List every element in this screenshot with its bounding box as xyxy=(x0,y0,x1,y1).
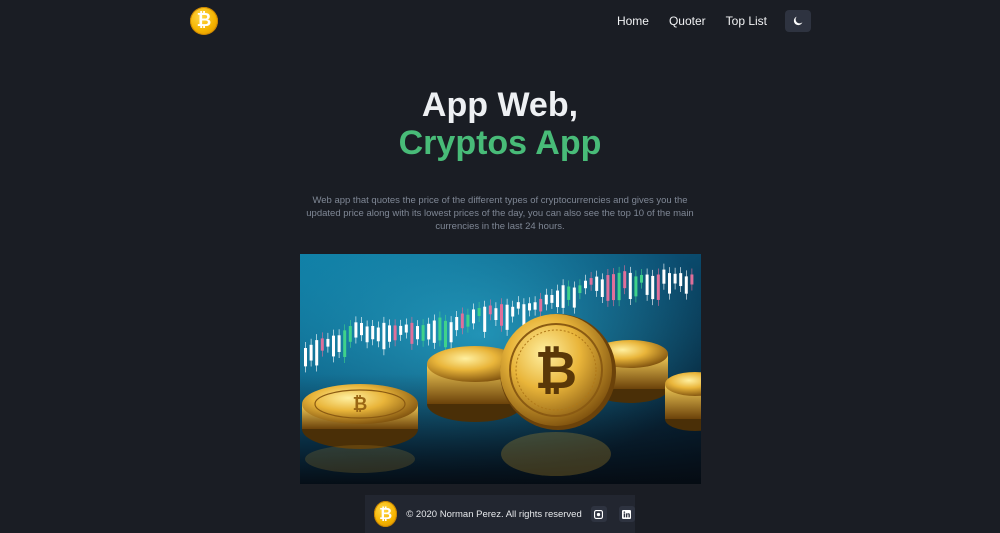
candle-body xyxy=(500,304,503,326)
candle-body xyxy=(561,285,565,308)
candle-body xyxy=(472,309,475,324)
candle-body xyxy=(382,322,386,350)
candle-body xyxy=(466,314,470,327)
candle-body xyxy=(556,290,559,308)
candle-body xyxy=(567,286,571,300)
page: ₿ Home Quoter Top List App Web, Cryptos … xyxy=(0,0,1000,533)
candle-body xyxy=(315,340,319,366)
candle-body xyxy=(690,274,694,285)
candle-body xyxy=(360,322,363,336)
github-icon xyxy=(594,509,604,519)
footer: ₿ © 2020 Norman Perez. All rights reserv… xyxy=(365,495,635,533)
hero-title-line1: App Web, xyxy=(421,86,579,124)
candle-body xyxy=(617,272,621,301)
candle-body xyxy=(550,294,554,303)
candle-body xyxy=(584,280,587,289)
candle-body xyxy=(309,344,313,361)
hero-title-line2: Cryptos App xyxy=(398,124,602,162)
candle-body xyxy=(578,285,582,294)
candle-body xyxy=(455,317,459,331)
candle-body xyxy=(416,326,419,340)
bitcoin-logo-icon[interactable]: ₿ xyxy=(190,7,218,35)
candle-body xyxy=(494,308,498,321)
footer-copyright: © 2020 Norman Perez. All rights reserved xyxy=(406,508,582,520)
candle-body xyxy=(348,326,352,342)
candle-body xyxy=(320,338,324,351)
candle-body xyxy=(483,306,487,332)
nav-link-home[interactable]: Home xyxy=(617,14,649,28)
candle-body xyxy=(444,320,447,348)
nav-link-quoter[interactable]: Quoter xyxy=(669,14,706,28)
theme-toggle-button[interactable] xyxy=(785,10,811,32)
candle-body xyxy=(612,274,615,301)
candle-body xyxy=(628,272,632,300)
candle-body xyxy=(673,273,677,284)
candle-body xyxy=(589,278,593,285)
linkedin-icon xyxy=(622,509,632,519)
candle-body xyxy=(662,269,666,284)
linkedin-link[interactable] xyxy=(618,506,635,522)
nav-link-top-list[interactable]: Top List xyxy=(726,14,767,28)
candle-body xyxy=(684,276,688,294)
candle-body xyxy=(656,274,660,300)
candle-body xyxy=(304,348,307,367)
candle-body xyxy=(388,325,391,342)
candle-body xyxy=(640,274,643,283)
candle-body xyxy=(516,302,520,309)
hero-description: Web app that quotes the price of the dif… xyxy=(306,195,694,232)
candle-body xyxy=(623,271,627,289)
candle-body xyxy=(371,325,375,340)
svg-text:₿: ₿ xyxy=(535,341,577,401)
candle-body xyxy=(410,322,414,344)
bitcoin-logo-icon: ₿ xyxy=(374,501,398,527)
candle-body xyxy=(432,320,436,343)
candle-body xyxy=(572,287,576,308)
candle-body xyxy=(399,325,403,335)
hero-title: App Web, Cryptos App xyxy=(0,86,1000,162)
candle-body xyxy=(449,322,453,343)
candle-body xyxy=(376,327,380,342)
candle-body xyxy=(365,326,369,343)
candle-body xyxy=(645,274,649,295)
candle-body xyxy=(477,308,481,316)
candle-body xyxy=(539,298,543,312)
candle-body xyxy=(326,338,330,347)
candle-body xyxy=(533,302,537,310)
candle-body xyxy=(488,305,492,315)
moon-icon xyxy=(793,16,803,26)
candle-body xyxy=(505,304,509,330)
svg-text:₿: ₿ xyxy=(353,394,368,415)
candle-body xyxy=(651,275,655,300)
candle-body xyxy=(606,275,610,301)
candle-body xyxy=(544,294,548,305)
candle-body xyxy=(634,276,638,297)
candle-body xyxy=(679,273,683,287)
candle-body xyxy=(421,325,425,341)
candle-body xyxy=(343,330,347,358)
hero-image: ₿ ₿ xyxy=(300,254,701,484)
navbar: ₿ Home Quoter Top List xyxy=(190,6,811,36)
candle-body xyxy=(332,335,335,357)
candle-body xyxy=(393,325,397,341)
candle-body xyxy=(668,273,671,294)
bitcoin-chart-illustration: ₿ ₿ xyxy=(300,254,701,484)
candle-body xyxy=(600,279,604,297)
candle-body xyxy=(460,313,464,329)
nav-links: Home Quoter Top List xyxy=(617,10,811,32)
candle-body xyxy=(337,335,341,353)
candle-body xyxy=(528,303,531,311)
candle-body xyxy=(427,323,431,340)
candle-body xyxy=(354,322,358,338)
candle-body xyxy=(595,276,599,291)
candle-body xyxy=(438,317,442,341)
candle-body xyxy=(511,306,515,317)
candle-body xyxy=(404,324,408,333)
github-link[interactable] xyxy=(590,506,607,522)
